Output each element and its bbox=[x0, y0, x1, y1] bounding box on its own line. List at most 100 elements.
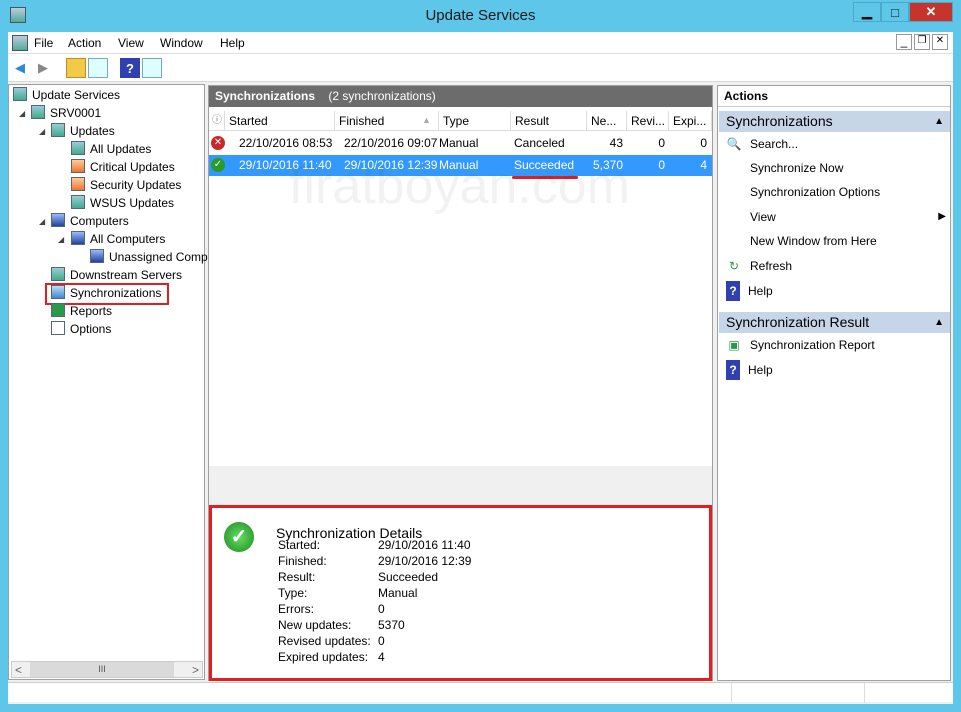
action-help-2[interactable]: ? Help bbox=[726, 360, 773, 380]
section-synchronizations[interactable]: Synchronizations ▲ bbox=[719, 111, 950, 132]
detail-value: 29/10/2016 11:40 bbox=[378, 538, 471, 552]
action-help[interactable]: ? Help bbox=[726, 281, 773, 301]
scroll-thumb[interactable]: III bbox=[30, 662, 174, 677]
forward-arrow-icon[interactable]: ▶ bbox=[33, 58, 53, 78]
collapse-icon[interactable]: ▲ bbox=[934, 111, 944, 132]
tree-item-all-computers[interactable]: All Computers bbox=[71, 230, 165, 248]
table-row[interactable]: ✕ 22/10/2016 08:53 22/10/2016 09:07 Manu… bbox=[209, 133, 712, 153]
cell-expired: 4 bbox=[700, 158, 707, 172]
updates-icon bbox=[71, 141, 85, 155]
show-hide-tree-icon[interactable] bbox=[88, 58, 108, 78]
back-arrow-icon[interactable]: ◀ bbox=[10, 58, 30, 78]
detail-value: 5370 bbox=[378, 618, 405, 632]
results-pane: Synchronizations (2 synchronizations) ⓘ … bbox=[208, 85, 713, 681]
tree-item-wsus-updates[interactable]: WSUS Updates bbox=[71, 194, 174, 212]
show-hide-action-pane-icon[interactable] bbox=[142, 58, 162, 78]
mmc-icon bbox=[12, 35, 28, 51]
cell-revised: 0 bbox=[658, 158, 665, 172]
actions-header: Actions bbox=[718, 86, 950, 107]
cell-new: 43 bbox=[609, 136, 623, 150]
toolbar: ◀ ▶ ? bbox=[8, 54, 953, 82]
computers-icon bbox=[71, 231, 85, 245]
status-bar bbox=[8, 682, 953, 703]
column-started[interactable]: Started bbox=[225, 111, 335, 131]
detail-label: New updates: bbox=[278, 618, 352, 632]
menu-action[interactable]: Action bbox=[68, 36, 101, 50]
up-folder-icon[interactable] bbox=[66, 58, 86, 78]
cell-expired: 0 bbox=[700, 136, 707, 150]
scroll-right-button[interactable]: > bbox=[192, 663, 199, 677]
tree-item-update-services[interactable]: Update Services bbox=[13, 86, 120, 104]
mdi-restore-button[interactable]: ❐ bbox=[914, 34, 930, 50]
action-refresh[interactable]: ↻ Refresh bbox=[726, 256, 792, 276]
updates-icon bbox=[51, 123, 65, 137]
refresh-icon: ↻ bbox=[728, 259, 740, 273]
cell-result: Canceled bbox=[514, 136, 565, 150]
expand-arrow-icon[interactable]: ◢ bbox=[58, 235, 64, 244]
tree-item-options[interactable]: Options bbox=[51, 320, 111, 338]
tree-item-downstream-servers[interactable]: Downstream Servers bbox=[51, 266, 182, 284]
maximize-button[interactable]: □ bbox=[881, 2, 909, 22]
success-large-icon: ✓ bbox=[224, 522, 254, 552]
detail-label: Expired updates: bbox=[278, 650, 369, 664]
downstream-servers-icon bbox=[51, 267, 65, 281]
error-icon: ✕ bbox=[211, 136, 225, 150]
splitter[interactable] bbox=[209, 466, 712, 506]
close-button[interactable]: ✕ bbox=[909, 2, 953, 22]
client-area: File Action View Window Help _ ❐ ✕ ◀ ▶ ?… bbox=[8, 32, 953, 704]
title-bar: Update Services ▁ □ ✕ bbox=[0, 0, 961, 32]
menu-window[interactable]: Window bbox=[160, 36, 203, 50]
tree-item-computers[interactable]: Computers bbox=[51, 212, 129, 230]
success-icon: ✓ bbox=[211, 158, 225, 172]
action-synchronization-options[interactable]: Synchronization Options bbox=[726, 182, 880, 202]
action-synchronize-now[interactable]: Synchronize Now bbox=[726, 158, 843, 178]
server-icon bbox=[13, 87, 27, 101]
help-icon[interactable]: ? bbox=[120, 58, 140, 78]
tree-item-critical-updates[interactable]: Critical Updates bbox=[71, 158, 175, 176]
critical-updates-icon bbox=[71, 159, 85, 173]
collapse-icon[interactable]: ▲ bbox=[934, 312, 944, 333]
detail-label: Finished: bbox=[278, 554, 327, 568]
tree-item-updates[interactable]: Updates bbox=[51, 122, 115, 140]
mdi-close-button[interactable]: ✕ bbox=[932, 34, 948, 50]
info-column-icon[interactable]: ⓘ bbox=[209, 111, 225, 131]
section-synchronization-result[interactable]: Synchronization Result ▲ bbox=[719, 312, 950, 333]
detail-label: Started: bbox=[278, 538, 321, 552]
expand-arrow-icon[interactable]: ◢ bbox=[19, 109, 25, 118]
updates-icon bbox=[71, 195, 85, 209]
column-header-row: ⓘ Started Finished ▲ Type Result Ne... R… bbox=[209, 111, 712, 131]
cell-type: Manual bbox=[439, 136, 479, 150]
tree-item-security-updates[interactable]: Security Updates bbox=[71, 176, 181, 194]
column-new[interactable]: Ne... bbox=[587, 111, 627, 131]
detail-value: 29/10/2016 12:39 bbox=[378, 554, 472, 568]
action-search[interactable]: 🔍 Search... bbox=[726, 134, 799, 154]
mdi-minimize-button[interactable]: _ bbox=[896, 34, 912, 50]
sort-ascending-icon: ▲ bbox=[422, 115, 431, 125]
synchronization-details: ✓ Synchronization Details Started: 29/10/… bbox=[209, 505, 712, 681]
expand-arrow-icon[interactable]: ◢ bbox=[39, 217, 45, 226]
tree-item-all-updates[interactable]: All Updates bbox=[71, 140, 151, 158]
menu-help[interactable]: Help bbox=[220, 36, 245, 50]
column-result[interactable]: Result bbox=[511, 111, 587, 131]
column-expired[interactable]: Expi... bbox=[669, 111, 712, 131]
menu-view[interactable]: View bbox=[118, 36, 144, 50]
action-new-window[interactable]: New Window from Here bbox=[726, 231, 877, 251]
action-synchronization-report[interactable]: ▣ Synchronization Report bbox=[726, 335, 874, 355]
submenu-arrow-icon: ▶ bbox=[938, 211, 946, 222]
action-view[interactable]: View ▶ bbox=[726, 207, 946, 227]
column-type[interactable]: Type bbox=[439, 111, 511, 131]
window-title: Update Services bbox=[425, 7, 536, 24]
horizontal-scrollbar[interactable]: < III > bbox=[11, 661, 203, 678]
scroll-left-button[interactable]: < bbox=[15, 663, 22, 677]
menu-file[interactable]: File bbox=[34, 36, 53, 50]
tree-item-reports[interactable]: Reports bbox=[51, 302, 112, 320]
expand-arrow-icon[interactable]: ◢ bbox=[39, 127, 45, 136]
minimize-button[interactable]: ▁ bbox=[853, 2, 881, 22]
column-revised[interactable]: Revi... bbox=[627, 111, 669, 131]
watermark: firatboyan.com bbox=[289, 157, 631, 215]
detail-value: Manual bbox=[378, 586, 418, 600]
detail-value: 4 bbox=[378, 650, 385, 664]
tree-item-server[interactable]: SRV0001 bbox=[31, 104, 101, 122]
help-icon: ? bbox=[726, 360, 740, 380]
computers-icon bbox=[51, 213, 65, 227]
